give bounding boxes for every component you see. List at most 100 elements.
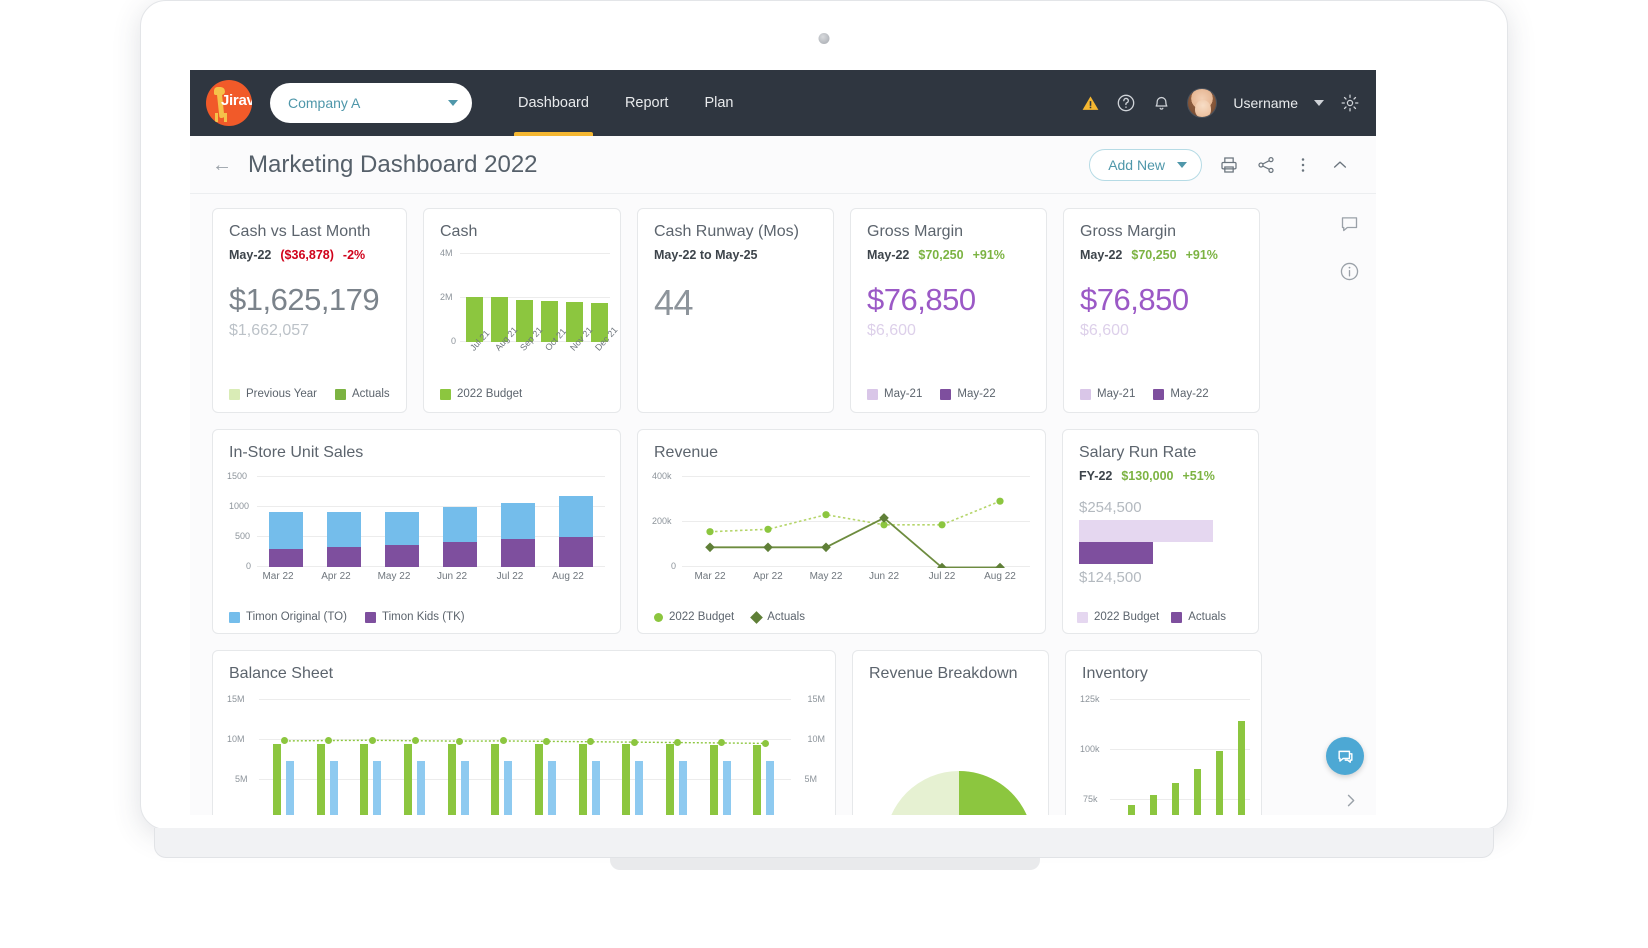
add-new-button[interactable]: Add New: [1089, 149, 1202, 181]
avatar[interactable]: [1187, 88, 1217, 118]
nav-tab-plan[interactable]: Plan: [686, 70, 751, 136]
dashboard-row-3: Balance Sheet 15M 10M 5M 0 15M 10M 5M 0: [212, 650, 1354, 815]
chevron-down-icon: [448, 100, 458, 106]
legend-swatch-icon: [229, 612, 240, 623]
salary-actual-bar: [1079, 542, 1153, 564]
chat-icon[interactable]: [1326, 737, 1364, 775]
legend-label: 2022 Budget: [1094, 611, 1159, 623]
legend-swatch-icon: [365, 612, 376, 623]
card-inventory[interactable]: Inventory 125k 100k 75k: [1065, 650, 1262, 815]
kpi-secondary-value: $1,662,057: [229, 322, 390, 340]
legend-item-2022-budget: 2022 Budget: [654, 611, 734, 623]
card-cash[interactable]: Cash 4M 2M 0: [423, 208, 621, 413]
legend-swatch-icon: [940, 389, 951, 400]
legend-label: May-22: [1170, 388, 1208, 400]
kpi-period: May-22: [1080, 248, 1122, 262]
notifications-icon[interactable]: [1152, 94, 1171, 113]
back-arrow-icon[interactable]: ←: [212, 155, 232, 175]
card-title: Revenue: [654, 444, 1029, 462]
legend-item-may-21: May-21: [867, 388, 922, 400]
settings-icon[interactable]: [1340, 93, 1360, 113]
y-tick-left-10m: 10M: [227, 734, 245, 744]
card-gross-margin-1[interactable]: Gross Margin May-22 $70,250 +91% $76,850…: [850, 208, 1047, 413]
info-icon[interactable]: [1332, 254, 1366, 288]
page-title: Marketing Dashboard 2022: [248, 151, 538, 179]
top-navigation-bar: Jirav Company A Dashboard Report Plan: [190, 70, 1376, 136]
legend-label: May-21: [884, 388, 922, 400]
card-cash-vs-last-month[interactable]: Cash vs Last Month May-22 ($36,878) -2% …: [212, 208, 407, 413]
y-tick-right-15m: 15M: [807, 694, 825, 704]
balance-sheet-total-dots: [263, 699, 787, 815]
x-tick: Mar 22: [686, 571, 734, 582]
card-title: Balance Sheet: [229, 665, 819, 683]
y-tick-100k: 100k: [1080, 744, 1100, 754]
nav-tab-plan-label: Plan: [704, 95, 733, 111]
legend-label: Previous Year: [246, 388, 317, 400]
salary-budget-label: $254,500: [1079, 499, 1242, 516]
y-tick-right-10m: 10M: [807, 734, 825, 744]
y-tick-right-5m: 5M: [804, 774, 817, 784]
y-tick-left-15m: 15M: [227, 694, 245, 704]
point-total: [674, 739, 681, 746]
legend-swatch-icon: [1171, 612, 1182, 623]
company-selector[interactable]: Company A: [270, 83, 472, 123]
y-tick-75k: 75k: [1083, 794, 1098, 804]
brand-name: Jirav: [221, 92, 252, 109]
card-revenue[interactable]: Revenue 400k 200k 0: [637, 429, 1046, 634]
nav-tab-dashboard[interactable]: Dashboard: [500, 70, 607, 136]
chart-revenue-breakdown: [883, 769, 1035, 815]
nav-tabs: Dashboard Report Plan: [500, 70, 752, 136]
legend-label: Timon Kids (TK): [382, 611, 465, 623]
kpi-secondary-value: $6,600: [867, 322, 1030, 340]
x-tick: May 22: [370, 571, 418, 582]
y-tick-200k: 200k: [652, 516, 672, 526]
point-total: [587, 738, 594, 745]
card-revenue-breakdown[interactable]: Revenue Breakdown: [852, 650, 1049, 815]
legend-swatch-icon: [335, 389, 346, 400]
y-tick-left-0: 0: [244, 814, 249, 815]
share-icon[interactable]: [1256, 155, 1276, 175]
more-icon[interactable]: [1293, 155, 1313, 175]
chevron-right-icon[interactable]: [1341, 791, 1360, 815]
page-header: ← Marketing Dashboard 2022 Add New: [190, 136, 1376, 194]
card-in-store-unit-sales[interactable]: In-Store Unit Sales 1500 1000 500 0: [212, 429, 621, 634]
card-cash-runway[interactable]: Cash Runway (Mos) May-22 to May-25 44: [637, 208, 834, 413]
collapse-icon[interactable]: [1330, 155, 1350, 175]
y-tick-500: 500: [235, 531, 250, 541]
point-total: [543, 738, 550, 745]
point-total: [325, 737, 332, 744]
comment-icon[interactable]: [1332, 206, 1366, 240]
card-salary-run-rate[interactable]: Salary Run Rate FY-22 $130,000 +51% $254…: [1062, 429, 1259, 634]
point-total: [631, 739, 638, 746]
card-balance-sheet[interactable]: Balance Sheet 15M 10M 5M 0 15M 10M 5M 0: [212, 650, 836, 815]
jirav-logo-icon[interactable]: Jirav: [206, 80, 252, 126]
card-title: Cash Runway (Mos): [654, 223, 817, 241]
add-new-label: Add New: [1108, 157, 1165, 173]
help-icon[interactable]: [1116, 93, 1136, 113]
user-menu-chevron-down-icon[interactable]: [1314, 100, 1324, 106]
revenue-series-svg: [686, 476, 1030, 568]
page-header-actions: Add New: [1089, 149, 1350, 181]
kpi-primary-value: 44: [654, 282, 817, 324]
nav-tab-report-label: Report: [625, 95, 669, 111]
y-tick-0: 0: [671, 561, 676, 571]
legend-item-timon-original: Timon Original (TO): [229, 611, 347, 623]
card-title: Salary Run Rate: [1079, 444, 1242, 462]
nav-tab-report[interactable]: Report: [607, 70, 687, 136]
print-icon[interactable]: [1219, 155, 1239, 175]
kpi-subline: May-22 ($36,878) -2%: [229, 248, 390, 262]
webcam-icon: [819, 33, 830, 44]
legend-label: 2022 Budget: [457, 388, 522, 400]
warning-icon[interactable]: [1081, 94, 1100, 113]
legend-dot-icon: [654, 613, 663, 622]
right-rail: [1322, 194, 1376, 815]
chart-in-store-unit-sales: 1500 1000 500 0: [227, 476, 609, 586]
point-total: [762, 740, 769, 747]
y-tick-400k: 400k: [652, 471, 672, 481]
dashboard-row-1: Cash vs Last Month May-22 ($36,878) -2% …: [212, 208, 1354, 413]
kpi-subline: May-22 $70,250 +91%: [1080, 248, 1243, 262]
card-title: Cash: [440, 223, 604, 241]
card-title: Gross Margin: [1080, 223, 1243, 241]
username-label: Username: [1233, 95, 1298, 111]
card-gross-margin-2[interactable]: Gross Margin May-22 $70,250 +91% $76,850…: [1063, 208, 1260, 413]
